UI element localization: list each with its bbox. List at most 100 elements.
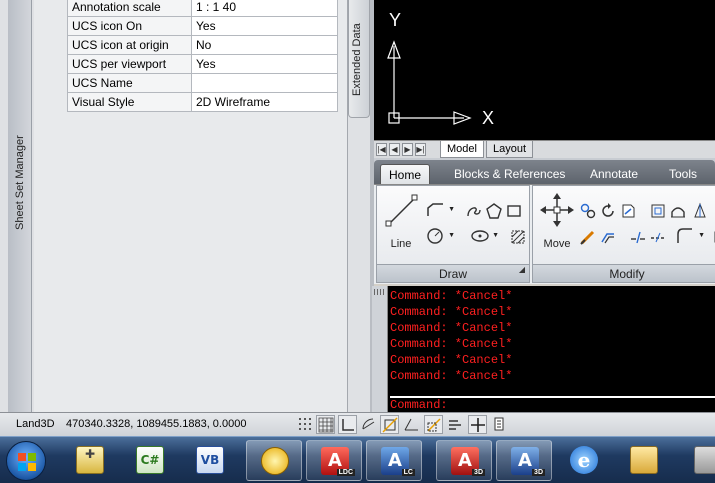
chevron-down-icon: ▼ bbox=[448, 232, 455, 239]
lineweight-button[interactable] bbox=[468, 415, 487, 434]
stretch-tool[interactable] bbox=[667, 200, 687, 220]
ribbon-tab-bar: Home Blocks & References Annotate Tools bbox=[374, 160, 715, 184]
property-name: UCS Name bbox=[67, 73, 192, 93]
property-name: UCS per viewport bbox=[67, 54, 192, 74]
offset-tool[interactable] bbox=[597, 226, 617, 246]
scale-tool[interactable] bbox=[689, 200, 709, 220]
chamfer-dropdown[interactable]: ▼ bbox=[675, 226, 705, 246]
table-row[interactable]: UCS per viewport Yes bbox=[67, 54, 338, 74]
csharp-icon: C# bbox=[136, 446, 164, 474]
hatch-tool[interactable] bbox=[507, 226, 527, 246]
taskbar-csharp[interactable]: C# bbox=[122, 440, 178, 481]
dynamic-input-icon bbox=[449, 420, 461, 430]
vb-icon: VB bbox=[196, 446, 224, 474]
fillet-tool[interactable] bbox=[577, 226, 597, 246]
taskbar-outlook[interactable] bbox=[246, 440, 302, 481]
draw-panel-title[interactable]: Draw ◢ bbox=[377, 264, 529, 282]
join-tool[interactable] bbox=[647, 226, 667, 246]
mirror-tool[interactable] bbox=[647, 200, 667, 220]
object-snap-button[interactable] bbox=[380, 415, 399, 434]
grid-display-button[interactable] bbox=[316, 415, 335, 434]
app-badge: LDC bbox=[336, 469, 355, 476]
sheet-set-manager-label: Sheet Set Manager bbox=[14, 135, 26, 230]
move-button[interactable]: Move bbox=[537, 190, 577, 250]
brush-icon bbox=[580, 230, 595, 245]
table-row[interactable]: Annotation scale 1 : 1 40 bbox=[67, 0, 338, 17]
taskbar-autocad-3d[interactable]: A 3D bbox=[436, 440, 492, 481]
ucs-x-label: X bbox=[482, 108, 495, 128]
circle-tool[interactable] bbox=[463, 200, 483, 220]
status-bar: Land3D 470340.3328, 1089455.1883, 0.0000 bbox=[0, 412, 715, 436]
taskbar-autocad-ldc[interactable]: A LDC bbox=[306, 440, 362, 481]
taskbar-explorer[interactable] bbox=[616, 440, 672, 481]
taskbar-vb[interactable]: VB bbox=[182, 440, 238, 481]
object-snap-tracking-button[interactable] bbox=[402, 415, 421, 434]
trim-icon bbox=[622, 204, 635, 218]
break-tool[interactable] bbox=[627, 226, 647, 246]
command-input[interactable]: Command: bbox=[390, 398, 448, 412]
command-history-line: Command: *Cancel* bbox=[390, 305, 513, 319]
command-history-line: Command: *Cancel* bbox=[390, 321, 513, 335]
explode-tool[interactable] bbox=[709, 226, 715, 246]
tab-model[interactable]: Model bbox=[440, 141, 484, 158]
property-value[interactable]: No bbox=[191, 35, 338, 55]
next-tab-button[interactable]: ▶ bbox=[402, 143, 413, 156]
tab-blocks-references[interactable]: Blocks & References bbox=[446, 164, 573, 184]
taskbar-app-overflow[interactable] bbox=[686, 440, 715, 481]
expand-arrow-icon[interactable]: ◢ bbox=[519, 261, 525, 279]
array-icon bbox=[694, 202, 706, 218]
drawing-canvas[interactable]: Y X bbox=[374, 0, 715, 140]
polar-tracking-button[interactable] bbox=[360, 415, 379, 434]
dynamic-input-button[interactable] bbox=[446, 415, 465, 434]
prev-tab-button[interactable]: ◀ bbox=[389, 143, 400, 156]
polyline-dropdown[interactable]: ▼ bbox=[425, 200, 455, 220]
property-name: UCS icon at origin bbox=[67, 35, 192, 55]
fillet-icon bbox=[677, 228, 692, 243]
hatch-icon bbox=[511, 230, 525, 244]
polygon-tool[interactable] bbox=[483, 200, 503, 220]
start-button[interactable] bbox=[6, 441, 46, 481]
property-value[interactable]: Yes bbox=[191, 54, 338, 74]
first-tab-button[interactable]: |◀ bbox=[376, 143, 387, 156]
app-badge: 3D bbox=[532, 469, 545, 476]
table-row[interactable]: Visual Style 2D Wireframe bbox=[67, 92, 338, 112]
copy-icon bbox=[580, 203, 596, 219]
grip-handle-icon[interactable] bbox=[374, 289, 386, 295]
tab-annotate[interactable]: Annotate bbox=[582, 164, 646, 184]
taskbar-autocad-3d-2[interactable]: A 3D bbox=[496, 440, 552, 481]
table-row[interactable]: UCS icon On Yes bbox=[67, 16, 338, 36]
property-value[interactable] bbox=[191, 73, 338, 93]
property-name: Annotation scale bbox=[67, 0, 192, 17]
quick-properties-button[interactable] bbox=[490, 415, 509, 434]
snap-mode-button[interactable] bbox=[296, 415, 315, 434]
trim-tool[interactable] bbox=[617, 200, 637, 220]
property-value[interactable]: Yes bbox=[191, 16, 338, 36]
line-button[interactable]: Line bbox=[381, 190, 421, 250]
rotate-tool[interactable] bbox=[597, 200, 617, 220]
ortho-mode-button[interactable] bbox=[338, 415, 357, 434]
modify-panel-title[interactable]: Modify bbox=[533, 264, 715, 282]
internet-explorer-icon: e bbox=[570, 446, 598, 474]
ellipse-dropdown[interactable]: ▼ bbox=[469, 226, 499, 246]
command-line-grip[interactable] bbox=[372, 286, 388, 412]
circle-icon bbox=[427, 228, 443, 244]
layout-tabs-bar: |◀ ◀ ▶ ▶| Model Layout bbox=[374, 140, 715, 158]
rectangle-tool[interactable] bbox=[503, 200, 523, 220]
table-row[interactable]: UCS Name bbox=[67, 73, 338, 93]
last-tab-button[interactable]: ▶| bbox=[415, 143, 426, 156]
property-value[interactable]: 1 : 1 40 bbox=[191, 0, 338, 17]
taskbar-autocad-lc[interactable]: A LC bbox=[366, 440, 422, 481]
table-row[interactable]: UCS icon at origin No bbox=[67, 35, 338, 55]
taskbar-app-1[interactable]: ✚ bbox=[62, 440, 118, 481]
copy-tool[interactable] bbox=[577, 200, 597, 220]
tab-home[interactable]: Home bbox=[380, 164, 431, 184]
property-value[interactable]: 2D Wireframe bbox=[191, 92, 338, 112]
taskbar-internet-explorer[interactable]: e bbox=[556, 440, 612, 481]
circle-dropdown[interactable]: ▼ bbox=[425, 226, 455, 246]
tab-tools[interactable]: Tools bbox=[661, 164, 705, 184]
move-label: Move bbox=[543, 238, 571, 250]
command-history: Command: *Cancel* Command: *Cancel* Comm… bbox=[390, 288, 715, 384]
tab-layout[interactable]: Layout bbox=[486, 141, 534, 158]
dynamic-ucs-button[interactable] bbox=[424, 415, 443, 434]
coordinate-readout[interactable]: 470340.3328, 1089455.1883, 0.0000 bbox=[66, 418, 246, 430]
